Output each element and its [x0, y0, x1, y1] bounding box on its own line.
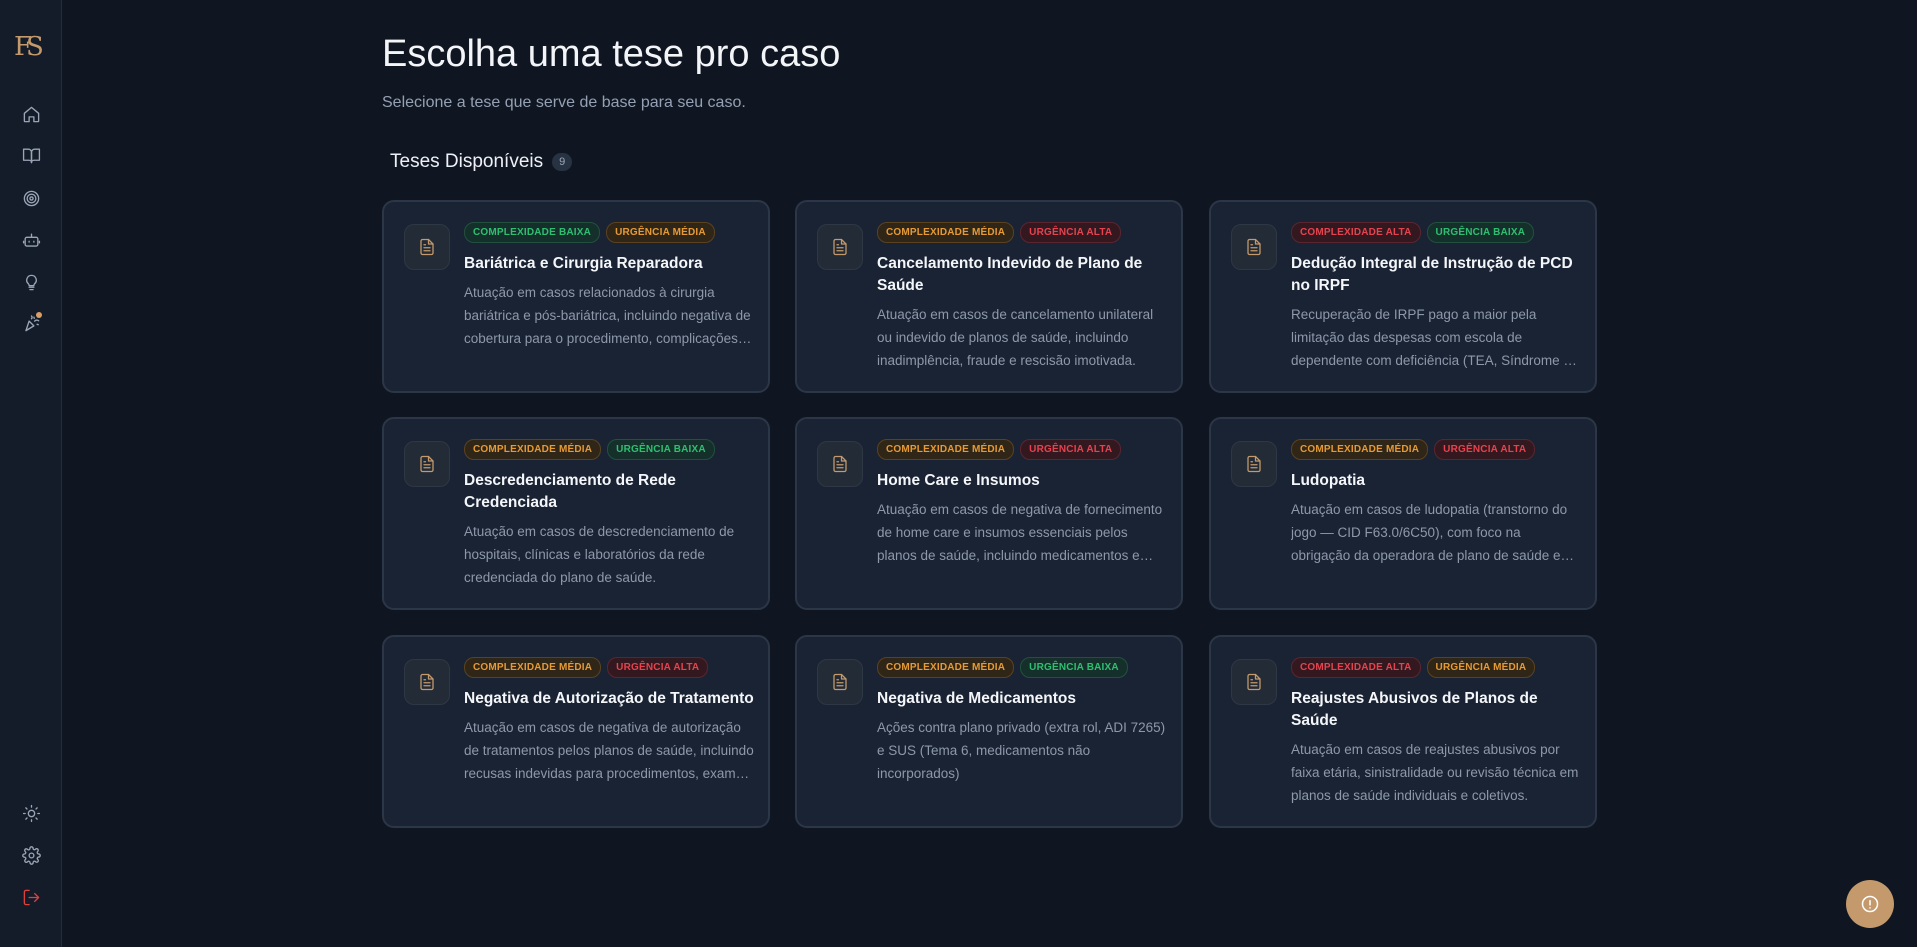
urgency-badge: URGÊNCIA ALTA	[607, 657, 709, 678]
document-icon	[420, 238, 434, 256]
urgency-badge: URGÊNCIA BAIXA	[1426, 222, 1535, 243]
badge-group: COMPLEXIDADE BAIXA URGÊNCIA MÉDIA	[464, 222, 715, 243]
document-icon	[1247, 673, 1261, 691]
document-icon	[833, 238, 847, 256]
logout-button[interactable]	[16, 882, 46, 912]
complexity-badge: COMPLEXIDADE MÉDIA	[464, 657, 602, 678]
urgency-badge: URGÊNCIA BAIXA	[607, 439, 715, 460]
section-header: Teses Disponíveis 9	[390, 151, 573, 173]
urgency-badge: URGÊNCIA ALTA	[1020, 439, 1122, 460]
target-icon	[23, 190, 39, 206]
logout-icon	[23, 889, 39, 905]
urgency-badge: URGÊNCIA MÉDIA	[606, 222, 715, 243]
card-title: Cancelamento Indevido de Plano de Saúde	[877, 255, 1143, 294]
card-icon-box	[1231, 659, 1277, 705]
book-open-icon	[22, 147, 40, 163]
card-title: Descredenciamento de Rede Credenciada	[464, 472, 676, 511]
thesis-card[interactable]: COMPLEXIDADE MÉDIA URGÊNCIA BAIXA Negati…	[795, 635, 1183, 828]
lightbulb-icon	[25, 274, 37, 290]
card-title: Home Care e Insumos	[877, 472, 1040, 489]
notification-dot	[36, 312, 42, 318]
thesis-card[interactable]: COMPLEXIDADE ALTA URGÊNCIA MÉDIA Reajust…	[1209, 635, 1597, 828]
urgency-badge: URGÊNCIA BAIXA	[1020, 657, 1128, 678]
count-badge: 9	[552, 153, 573, 171]
urgency-badge: URGÊNCIA MÉDIA	[1426, 657, 1536, 678]
complexity-badge: COMPLEXIDADE ALTA	[1291, 222, 1421, 243]
card-description: Atuação em casos de reajustes abusivos p…	[1291, 742, 1579, 803]
badge-group: COMPLEXIDADE MÉDIA URGÊNCIA BAIXA	[877, 657, 1128, 678]
complexity-badge: COMPLEXIDADE MÉDIA	[1291, 439, 1429, 460]
thesis-card[interactable]: COMPLEXIDADE BAIXA URGÊNCIA MÉDIA Bariát…	[382, 200, 770, 393]
nav-library[interactable]	[16, 140, 46, 170]
complexity-badge: COMPLEXIDADE MÉDIA	[464, 439, 602, 460]
thesis-card[interactable]: COMPLEXIDADE MÉDIA URGÊNCIA ALTA Ludopat…	[1209, 417, 1597, 610]
complexity-badge: COMPLEXIDADE MÉDIA	[877, 439, 1015, 460]
card-description: Atuação em casos de negativa de autoriza…	[464, 720, 754, 781]
card-title: Negativa de Autorização de Tratamento	[464, 690, 754, 707]
thesis-card[interactable]: COMPLEXIDADE MÉDIA URGÊNCIA ALTA Cancela…	[795, 200, 1183, 393]
badge-group: COMPLEXIDADE MÉDIA URGÊNCIA ALTA	[877, 222, 1122, 243]
card-description: Recuperação de IRPF pago a maior pela li…	[1291, 307, 1579, 368]
sidebar: FS	[0, 0, 62, 947]
card-icon-box	[404, 659, 450, 705]
badge-group: COMPLEXIDADE ALTA URGÊNCIA BAIXA	[1291, 222, 1535, 243]
card-icon-box	[404, 441, 450, 487]
complexity-badge: COMPLEXIDADE MÉDIA	[877, 657, 1015, 678]
complexity-badge: COMPLEXIDADE MÉDIA	[877, 222, 1015, 243]
thesis-card[interactable]: COMPLEXIDADE ALTA URGÊNCIA BAIXA Dedução…	[1209, 200, 1597, 393]
badge-group: COMPLEXIDADE MÉDIA URGÊNCIA ALTA	[1291, 439, 1536, 460]
page-subtitle: Selecione a tese que serve de base para …	[382, 94, 746, 111]
nav-target[interactable]	[16, 183, 46, 213]
badge-group: COMPLEXIDADE ALTA URGÊNCIA MÉDIA	[1291, 657, 1536, 678]
document-icon	[833, 455, 847, 473]
thesis-card[interactable]: COMPLEXIDADE MÉDIA URGÊNCIA ALTA Home Ca…	[795, 417, 1183, 610]
bot-icon	[22, 232, 40, 247]
card-description: Atuação em casos de ludopatia (transtorn…	[1291, 502, 1572, 563]
nav-news[interactable]	[16, 308, 46, 338]
thesis-card[interactable]: COMPLEXIDADE MÉDIA URGÊNCIA BAIXA Descre…	[382, 417, 770, 610]
document-icon	[833, 673, 847, 691]
card-icon-box	[817, 441, 863, 487]
card-icon-box	[1231, 224, 1277, 270]
help-button[interactable]	[1846, 880, 1894, 928]
document-icon	[1247, 238, 1261, 256]
badge-group: COMPLEXIDADE MÉDIA URGÊNCIA BAIXA	[464, 439, 715, 460]
document-icon	[420, 455, 434, 473]
nav-home[interactable]	[16, 99, 46, 129]
section-title: Teses Disponíveis	[390, 151, 544, 172]
home-icon	[23, 106, 39, 122]
brand-logo[interactable]: FS	[14, 30, 48, 64]
sun-icon	[22, 804, 40, 822]
card-description: Atuação em casos de negativa de fornecim…	[877, 502, 1163, 563]
nav-assistant[interactable]	[16, 225, 46, 255]
complexity-badge: COMPLEXIDADE BAIXA	[464, 222, 601, 243]
settings-button[interactable]	[16, 840, 46, 870]
card-icon-box	[817, 659, 863, 705]
card-description: Atuação em casos de cancelamento unilate…	[877, 307, 1154, 368]
gear-icon	[21, 845, 41, 865]
urgency-badge: URGÊNCIA ALTA	[1434, 439, 1536, 460]
document-icon	[1247, 455, 1261, 473]
badge-group: COMPLEXIDADE MÉDIA URGÊNCIA ALTA	[464, 657, 709, 678]
card-icon-box	[817, 224, 863, 270]
card-description: Ações contra plano privado (extra rol, A…	[877, 720, 1166, 781]
document-icon	[420, 673, 434, 691]
info-icon	[1861, 895, 1879, 913]
nav-ideas[interactable]	[16, 267, 46, 297]
card-icon-box	[1231, 441, 1277, 487]
badge-group: COMPLEXIDADE MÉDIA URGÊNCIA ALTA	[877, 439, 1122, 460]
theme-toggle-button[interactable]	[16, 798, 46, 828]
card-icon-box	[404, 224, 450, 270]
card-title: Dedução Integral de Instrução de PCD no …	[1291, 255, 1573, 294]
card-description: Atuação em casos de descredenciamento de…	[464, 524, 735, 585]
card-title: Ludopatia	[1291, 472, 1366, 489]
thesis-card[interactable]: COMPLEXIDADE MÉDIA URGÊNCIA ALTA Negativ…	[382, 635, 770, 828]
card-description: Atuação em casos relacionados à cirurgia…	[464, 285, 751, 346]
card-title: Bariátrica e Cirurgia Reparadora	[464, 255, 703, 272]
card-title: Reajustes Abusivos de Planos de Saúde	[1291, 690, 1538, 729]
page-title: Escolha uma tese pro caso	[382, 33, 841, 75]
urgency-badge: URGÊNCIA ALTA	[1020, 222, 1122, 243]
card-title: Negativa de Medicamentos	[877, 690, 1076, 707]
complexity-badge: COMPLEXIDADE ALTA	[1291, 657, 1421, 678]
